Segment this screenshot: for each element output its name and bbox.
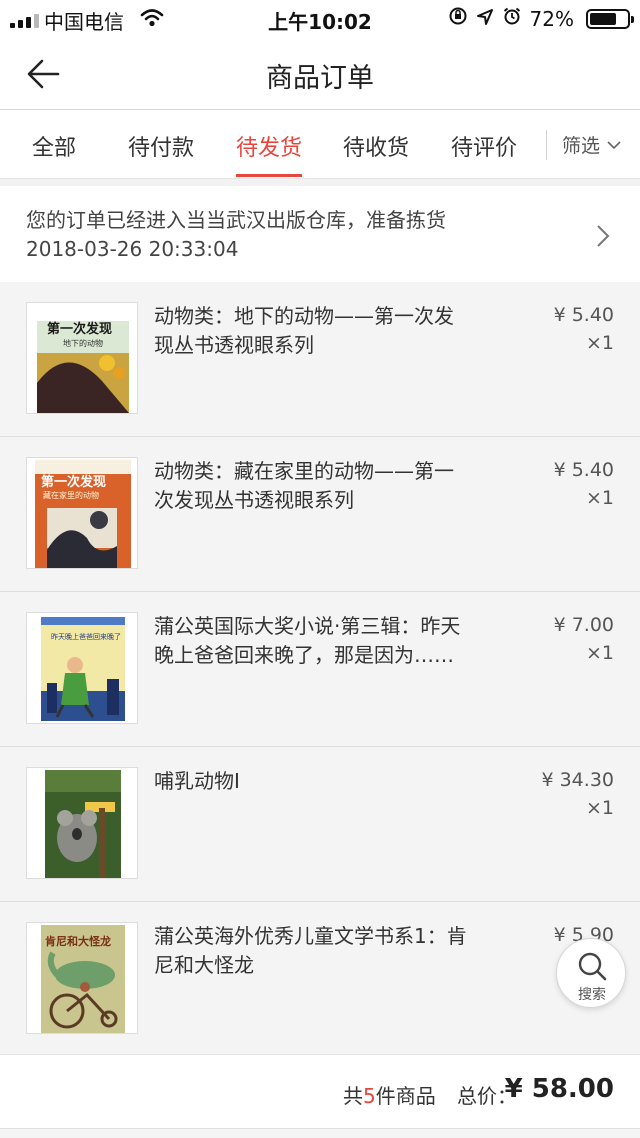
item-price: ¥ 7.00	[553, 614, 614, 636]
book-cover-image: 昨天晚上爸爸回来晚了	[26, 612, 138, 724]
floating-search-button[interactable]: 搜索	[556, 938, 626, 1008]
count-value: 5	[363, 1084, 376, 1108]
cover-title-text: 肯尼和大怪龙	[45, 934, 111, 948]
cover-title-text: 昨天晚上爸爸回来晚了	[51, 632, 121, 641]
notice-text: 您的订单已经进入当当武汉出版仓库，准备拣货 2018-03-26 20:33:0…	[26, 206, 446, 264]
cover-subtitle-text: 藏在家里的动物	[43, 490, 99, 500]
item-price: ¥ 5.40	[553, 304, 614, 326]
notice-message: 您的订单已经进入当当武汉出版仓库，准备拣货	[26, 208, 446, 232]
count-prefix: 共	[343, 1084, 363, 1108]
item-title-line: 尼和大怪龙	[154, 953, 254, 977]
battery-percent: 72%	[529, 6, 574, 31]
tab-all[interactable]: 全部	[32, 130, 76, 178]
cover-series-text: 第一次发现	[47, 321, 112, 336]
item-title-line: 晚上爸爸回来晚了，那是因为……	[154, 643, 454, 667]
order-summary: 共5件商品 总价： ¥ 58.00	[0, 1054, 640, 1128]
status-right-group: 72%	[448, 6, 634, 31]
item-title-line: 次发现丛书透视眼系列	[154, 488, 354, 512]
item-title-line: 哺乳动物I	[154, 769, 240, 793]
item-price: ¥ 5.40	[553, 459, 614, 481]
tab-pending-review[interactable]: 待评价	[451, 130, 517, 178]
tab-divider	[546, 130, 547, 160]
item-title: 蒲公英海外优秀儿童文学书系1：肯 尼和大怪龙	[154, 922, 504, 980]
count-suffix: 件商品	[375, 1084, 436, 1108]
filter-button[interactable]: 筛选	[562, 131, 622, 158]
page-title: 商品订单	[266, 63, 374, 94]
item-title: 哺乳动物I	[154, 767, 504, 796]
rotation-lock-icon	[448, 6, 468, 31]
tab-pending-payment[interactable]: 待付款	[128, 130, 194, 178]
active-tab-indicator	[236, 174, 302, 177]
item-title: 蒲公英国际大奖小说·第三辑：昨天 晚上爸爸回来晚了，那是因为……	[154, 612, 504, 670]
order-tabs: 全部 待付款 待发货 待收货 待评价 筛选	[0, 110, 640, 178]
logistics-notice[interactable]: 您的订单已经进入当当武汉出版仓库，准备拣货 2018-03-26 20:33:0…	[0, 186, 640, 282]
item-quantity: ×1	[585, 797, 614, 819]
item-quantity: ×1	[585, 487, 614, 509]
chevron-right-icon	[597, 225, 610, 247]
cover-series-text: 第一次发现	[41, 474, 106, 489]
item-quantity: ×1	[585, 642, 614, 664]
list-item[interactable]: 肯尼和大怪龙 蒲公英海外优秀儿童文学书系1：肯 尼和大怪龙 ¥ 5.90	[0, 902, 640, 1054]
total-price: ¥ 58.00	[504, 1074, 614, 1104]
item-title: 动物类：地下的动物——第一次发 现丛书透视眼系列	[154, 302, 504, 360]
cover-subtitle-text: 地下的动物	[63, 338, 103, 348]
filter-label: 筛选	[562, 135, 601, 157]
item-title-line: 现丛书透视眼系列	[154, 333, 314, 357]
section-gap	[0, 178, 640, 186]
tab-pending-shipment[interactable]: 待发货	[236, 130, 302, 178]
list-item[interactable]: 昨天晚上爸爸回来晚了 蒲公英国际大奖小说·第三辑：昨天 晚上爸爸回来晚了，那是因…	[0, 592, 640, 747]
tab-pending-receipt[interactable]: 待收货	[343, 130, 409, 178]
book-cover-image	[26, 767, 138, 879]
item-price: ¥ 34.30	[541, 769, 614, 791]
battery-level	[590, 12, 616, 25]
item-quantity: ×1	[585, 332, 614, 354]
item-title: 动物类：藏在家里的动物——第一 次发现丛书透视眼系列	[154, 457, 504, 515]
book-cover-image: 肯尼和大怪龙	[26, 922, 138, 1034]
book-cover-image: 第一次发现 地下的动物	[26, 302, 138, 414]
search-label: 搜索	[578, 987, 606, 1003]
list-item[interactable]: 第一次发现 地下的动物 动物类：地下的动物——第一次发 现丛书透视眼系列 ¥ 5…	[0, 282, 640, 437]
item-title-line: 动物类：地下的动物——第一次发	[154, 304, 454, 328]
item-title-line: 蒲公英国际大奖小说·第三辑：昨天	[154, 614, 461, 638]
item-title-line: 动物类：藏在家里的动物——第一	[154, 459, 454, 483]
list-item[interactable]: 第一次发现 藏在家里的动物 动物类：藏在家里的动物——第一 次发现丛书透视眼系列…	[0, 437, 640, 592]
bottom-edge	[0, 1128, 640, 1138]
nav-bar: 商品订单	[0, 40, 640, 110]
item-title-line: 蒲公英海外优秀儿童文学书系1：肯	[154, 924, 467, 948]
item-count: 共5件商品	[343, 1080, 436, 1109]
location-icon	[476, 7, 494, 31]
status-bar: 中国电信 上午10:02 72%	[0, 0, 640, 40]
book-cover-image: 第一次发现 藏在家里的动物	[26, 457, 138, 569]
battery-icon	[586, 8, 634, 29]
search-icon	[578, 952, 607, 981]
chevron-down-icon	[607, 140, 621, 149]
notice-time: 2018-03-26 20:33:04	[26, 237, 239, 261]
list-item[interactable]: 哺乳动物I ¥ 34.30 ×1	[0, 747, 640, 902]
order-item-list: 第一次发现 地下的动物 动物类：地下的动物——第一次发 现丛书透视眼系列 ¥ 5…	[0, 282, 640, 1054]
alarm-icon	[502, 6, 522, 31]
